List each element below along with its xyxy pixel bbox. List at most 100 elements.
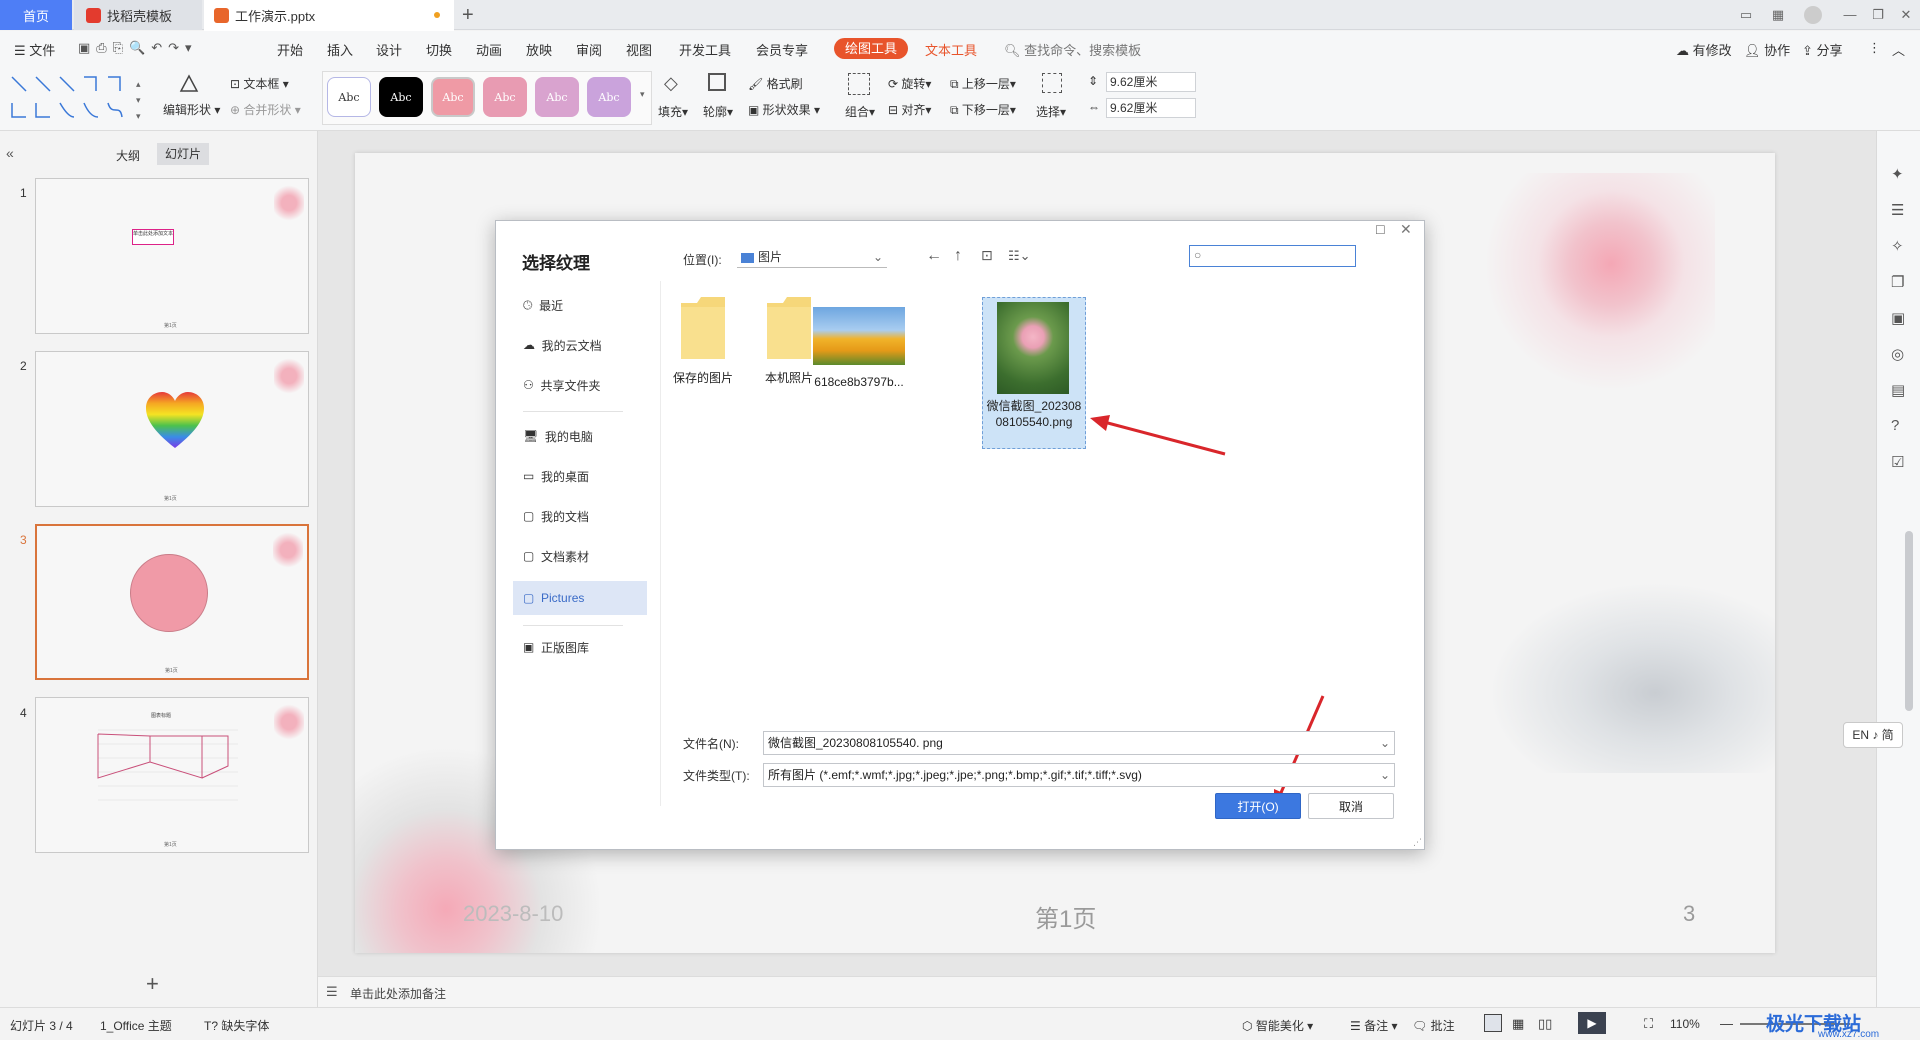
nav-my-computer[interactable]: 🖥︎ 我的电脑 — [513, 421, 643, 451]
restore-icon[interactable]: ❐ — [1870, 7, 1886, 23]
rotate-button[interactable]: ⟳ 旋转▾ — [888, 75, 931, 92]
share-button[interactable]: ⇪ 分享 — [1802, 40, 1843, 59]
tab-text-tools[interactable]: 文本工具 — [925, 40, 977, 59]
search-input[interactable]: ○ — [1189, 245, 1356, 267]
close-dialog-icon[interactable]: ✕ — [1400, 221, 1412, 238]
notes-bar[interactable]: ☰ 单击此处添加备注 — [318, 976, 1876, 1007]
add-slide-button[interactable]: + — [146, 971, 159, 997]
menu-animation[interactable]: 动画 — [476, 40, 502, 59]
zoom-level[interactable]: 110% — [1670, 1017, 1700, 1031]
nav-doc-materials[interactable]: ▢ 文档素材 — [513, 541, 643, 571]
close-window-icon[interactable]: ✕ — [1898, 7, 1914, 23]
nav-pictures-selected[interactable]: ▢ Pictures — [513, 581, 647, 615]
textbox-button[interactable]: ⊡ 文本框 ▾ — [230, 75, 289, 92]
collapse-panel-icon[interactable]: « — [6, 145, 14, 161]
pin-icon[interactable]: ✧ — [1891, 237, 1904, 255]
merge-shape-button[interactable]: ⊕ 合并形状 ▾ — [230, 101, 301, 118]
normal-view-icon[interactable] — [1484, 1014, 1502, 1032]
style-option-5[interactable]: Abc — [535, 77, 579, 117]
view-mode-icon[interactable]: ☷⌄ — [1008, 248, 1031, 264]
menu-developer[interactable]: 开发工具 — [679, 40, 731, 59]
edit-shape-button[interactable]: 编辑形状 ▾ — [163, 101, 220, 118]
shape-height-input[interactable]: 9.62厘米 — [1106, 72, 1196, 92]
more-icon[interactable]: ⋮ — [1868, 40, 1881, 56]
select-button[interactable]: 选择▾ — [1036, 103, 1066, 120]
nav-my-documents[interactable]: ▢ 我的文档 — [513, 501, 643, 531]
send-backward-button[interactable]: ⧉ 下移一层▾ — [950, 101, 1016, 118]
menu-review[interactable]: 审阅 — [576, 40, 602, 59]
nav-my-desktop[interactable]: ▭ 我的桌面 — [513, 461, 643, 491]
quick-access-icons[interactable]: ▣⎙⎘🔍↶↷▾ — [78, 40, 198, 56]
resize-grip-icon[interactable]: ⋰ — [1413, 837, 1422, 848]
filename-input[interactable]: 微信截图_20230808105540. png ⌄ — [763, 731, 1395, 755]
up-arrow-icon[interactable]: ↑ — [954, 247, 962, 265]
nav-stock-gallery[interactable]: ▣ 正版图库 — [513, 632, 643, 662]
missing-font-button[interactable]: T? 缺失字体 — [204, 1017, 269, 1034]
filetype-select[interactable]: 所有图片 (*.emf;*.wmf;*.jpg;*.jpeg;*.jpe;*.p… — [763, 763, 1395, 787]
menu-slideshow[interactable]: 放映 — [526, 40, 552, 59]
shape-effect-button[interactable]: ▣ 形状效果 ▾ — [748, 101, 820, 118]
outline-tab[interactable]: 大纲 — [116, 147, 140, 164]
theme-name[interactable]: 1_Office 主题 — [100, 1017, 172, 1034]
reading-view-icon[interactable]: ▯▯ — [1538, 1016, 1552, 1032]
notes-toggle-button[interactable]: ☰ 备注 ▾ — [1350, 1017, 1397, 1034]
style-option-1[interactable]: Abc — [327, 77, 371, 117]
fit-window-icon[interactable]: ⛶ — [1644, 1016, 1653, 1032]
menu-member[interactable]: 会员专享 — [756, 40, 808, 59]
style-option-4[interactable]: Abc — [483, 77, 527, 117]
shape-width-input[interactable]: 9.62厘米 — [1106, 98, 1196, 118]
nav-shared-folder[interactable]: ⚇ 共享文件夹 — [513, 370, 643, 400]
tab-home[interactable]: 首页 — [0, 0, 72, 30]
help-icon[interactable]: ? — [1891, 417, 1899, 434]
magic-icon[interactable]: ✦ — [1891, 165, 1904, 183]
new-tab-button[interactable]: + — [462, 0, 482, 30]
folder-saved-pictures[interactable]: 保存的图片 — [653, 293, 753, 386]
play-slideshow-icon[interactable]: ▶ — [1578, 1012, 1606, 1034]
back-arrow-icon[interactable]: ← — [926, 247, 942, 265]
maximize-dialog-icon[interactable]: ☐ — [1375, 223, 1386, 237]
tab-drawing-tools[interactable]: 绘图工具 — [834, 38, 908, 59]
format-brush-button[interactable]: 🖌︎ 格式刷 — [748, 75, 803, 92]
file-menu[interactable]: ☰ 文件 — [14, 40, 55, 59]
new-folder-icon[interactable]: ⊡ — [981, 247, 993, 264]
file-tulips-image[interactable]: 618ce8b3797b... — [804, 307, 914, 389]
bring-forward-button[interactable]: ⧉ 上移一层▾ — [950, 75, 1016, 92]
style-gallery-more-icon[interactable]: ▾ — [640, 89, 645, 100]
nav-cloud-docs[interactable]: ☁ 我的云文档 — [513, 330, 643, 360]
settings-sliders-icon[interactable]: ☰ — [1891, 201, 1904, 219]
style-option-3[interactable]: Abc — [431, 77, 475, 117]
avatar[interactable] — [1804, 6, 1822, 24]
tab-templates[interactable]: 找稻壳模板 — [74, 0, 202, 30]
style-option-2[interactable]: Abc — [379, 77, 423, 117]
fill-button[interactable]: 填充▾ — [658, 103, 688, 120]
minimize-icon[interactable]: — — [1842, 7, 1858, 23]
group-button[interactable]: 组合▾ — [845, 103, 875, 120]
collapse-ribbon-icon[interactable]: ︿ — [1892, 40, 1905, 59]
menu-view[interactable]: 视图 — [626, 40, 652, 59]
copy-icon[interactable]: ❐ — [1891, 273, 1904, 291]
slide-thumbnail-4[interactable]: 图表标题 第1页 — [35, 697, 309, 853]
image-icon[interactable]: ▣ — [1891, 309, 1905, 327]
collab-button[interactable]: 👤︎ 协作 — [1744, 40, 1790, 59]
comment-button[interactable]: 🗨︎ 批注 — [1412, 1017, 1455, 1034]
ime-indicator[interactable]: EN ♪ 简 — [1843, 722, 1903, 748]
menu-start[interactable]: 开始 — [277, 40, 303, 59]
changes-button[interactable]: ☁ 有修改 — [1676, 40, 1732, 59]
canvas-scrollbar[interactable] — [1905, 531, 1913, 711]
align-button[interactable]: ⊟ 对齐▾ — [888, 101, 931, 118]
menu-transition[interactable]: 切换 — [426, 40, 452, 59]
line-shapes-gallery-icon[interactable]: ▴ ▾ ▾ — [8, 73, 146, 123]
checklist-icon[interactable]: ☑ — [1891, 453, 1904, 471]
zoom-out-icon[interactable]: — — [1720, 1016, 1733, 1031]
tab-document[interactable]: 工作演示.pptx — [204, 0, 454, 31]
file-wechat-screenshot-selected[interactable]: 微信截图_20230808105540.png — [982, 297, 1086, 449]
sorter-view-icon[interactable]: ▦ — [1512, 1016, 1524, 1032]
location-dropdown[interactable]: 图片 ⌄ — [737, 246, 887, 268]
style-option-6[interactable]: Abc — [587, 77, 631, 117]
open-button[interactable]: 打开(O) — [1215, 793, 1301, 819]
cancel-button[interactable]: 取消 — [1308, 793, 1394, 819]
slide-thumbnail-2[interactable]: 第1页 — [35, 351, 309, 507]
grid-icon[interactable]: ▦ — [1770, 7, 1786, 23]
slide-thumbnail-3-selected[interactable]: 第1页 — [35, 524, 309, 680]
book-icon[interactable]: ▤ — [1891, 381, 1905, 399]
